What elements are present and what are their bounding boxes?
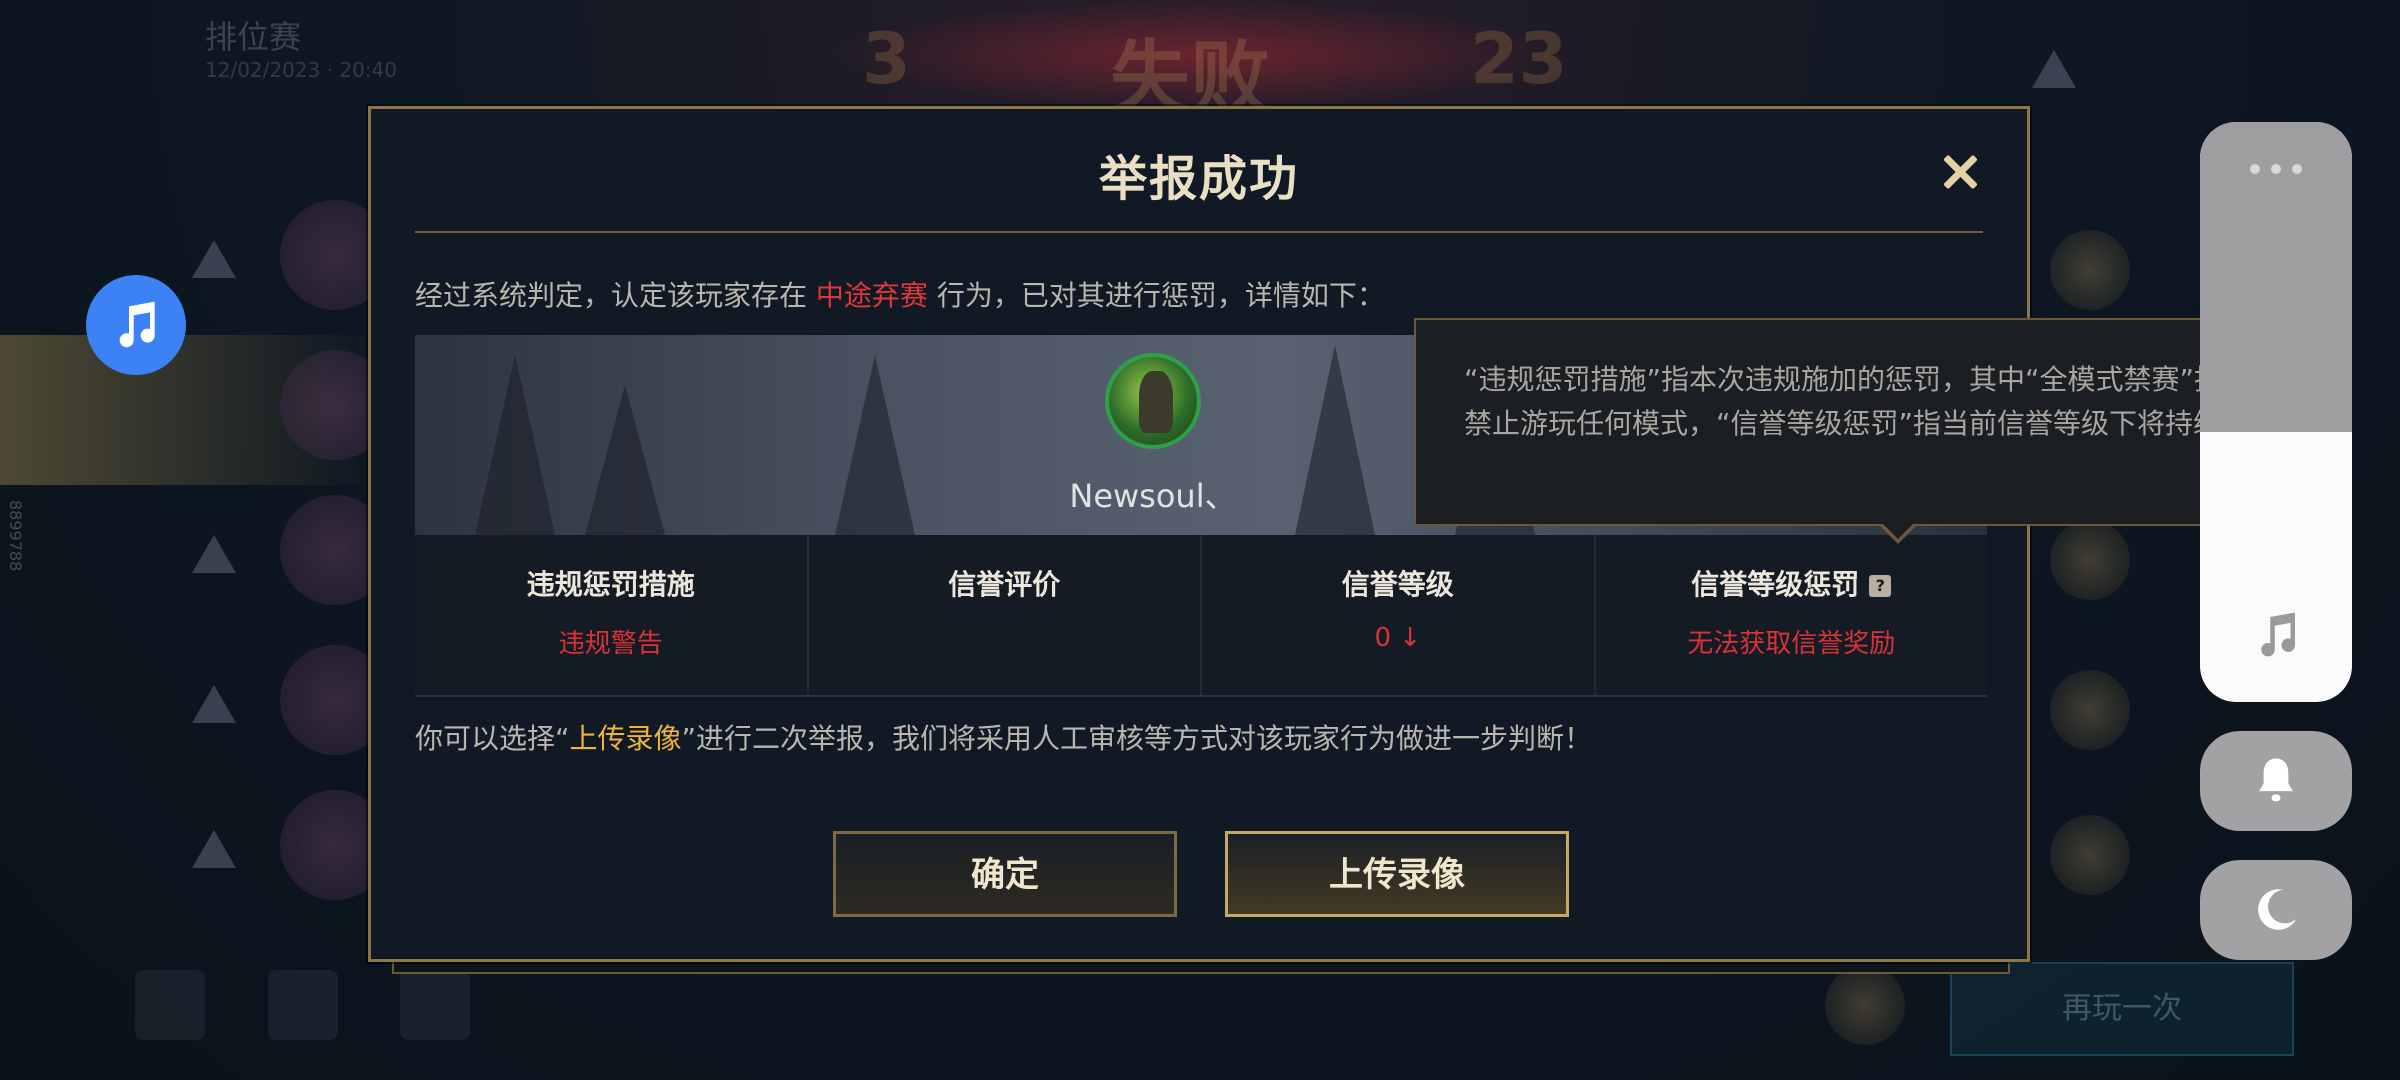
bg-home-icon xyxy=(1825,965,1905,1045)
bg-chart-icon xyxy=(268,970,338,1040)
stat-header: 信誉等级惩罚 xyxy=(1691,568,1860,601)
description-suffix: 行为，已对其进行惩罚，详情如下： xyxy=(927,279,1385,312)
night-mode-button[interactable] xyxy=(2200,860,2352,960)
tooltip-arrow xyxy=(1878,522,1918,544)
help-icon[interactable]: ? xyxy=(1869,575,1892,597)
bg-mode-title: 排位赛 xyxy=(205,18,302,56)
bg-rank-icon xyxy=(192,535,236,573)
upload-replay-button[interactable]: 上传录像 xyxy=(1225,831,1569,917)
bg-share-icon xyxy=(400,970,470,1040)
note-prefix: 你可以选择“ xyxy=(415,722,570,755)
close-icon[interactable] xyxy=(1937,149,1983,195)
bell-toggle-button[interactable] xyxy=(2200,731,2352,831)
bg-stats-icon xyxy=(135,970,205,1040)
bg-alert-icon xyxy=(2032,50,2076,88)
note-upload-highlight: 上传录像 xyxy=(569,722,682,755)
bg-rank-icon xyxy=(192,830,236,868)
judgement-description: 经过系统判定，认定该玩家存在 中途弃赛 行为，已对其进行惩罚，详情如下： xyxy=(415,274,1385,314)
moon-icon xyxy=(2258,889,2297,930)
bg-medal-icon xyxy=(2050,670,2130,750)
tooltip-text: “违规惩罚措施”指本次违规施加的惩罚，其中“全模式禁赛”指一段时间内禁止游玩任何… xyxy=(1464,363,2214,440)
bg-score-left: 3 xyxy=(862,18,911,100)
banner-tree xyxy=(475,355,555,535)
penalty-tooltip: “违规惩罚措施”指本次违规施加的惩罚，其中“全模式禁赛”指一段时间内禁止游玩任何… xyxy=(1414,318,2214,526)
penalty-table: 违规惩罚措施 违规警告 信誉评价 信誉等级 0 ↓ 信誉等级惩罚? 无法获取信誉… xyxy=(415,535,1987,697)
stat-credit-penalty: 信誉等级惩罚? 无法获取信誉奖励 xyxy=(1596,535,1988,695)
music-note-icon[interactable] xyxy=(2250,608,2304,662)
music-note-icon xyxy=(119,301,155,348)
banner-tree xyxy=(585,385,665,535)
bg-medal-icon xyxy=(2050,520,2130,600)
dialog-title: 举报成功 xyxy=(1098,151,1299,207)
stat-credit-rating: 信誉评价 xyxy=(809,535,1202,695)
bg-side-id: 8899788 xyxy=(6,500,25,572)
stat-value: 无法获取信誉奖励 xyxy=(1687,629,1896,659)
bell-icon xyxy=(2259,758,2293,802)
description-prefix: 经过系统判定，认定该玩家存在 xyxy=(415,279,816,312)
floating-music-button[interactable] xyxy=(86,275,186,375)
stat-credit-level: 信誉等级 0 ↓ xyxy=(1202,535,1596,695)
violation-type: 中途弃赛 xyxy=(815,279,928,312)
bg-rank-icon xyxy=(192,240,236,278)
note-suffix: ”进行二次举报，我们将采用人工审核等方式对该玩家行为做进一步判断！ xyxy=(681,722,1593,755)
stat-header-with-help: 信誉等级惩罚? xyxy=(1596,563,1988,603)
stat-value: 违规警告 xyxy=(558,629,663,659)
system-side-panel xyxy=(2200,122,2352,702)
title-divider xyxy=(415,231,1983,233)
banner-tree xyxy=(1295,345,1375,535)
more-dots-icon[interactable] xyxy=(2250,164,2302,174)
bg-mode-subtitle: 12/02/2023 · 20:40 xyxy=(205,58,397,82)
bg-medal-icon xyxy=(2050,815,2130,895)
banner-tree xyxy=(835,355,915,535)
stat-value: 0 ↓ xyxy=(1374,623,1422,653)
bg-score-right: 23 xyxy=(1470,18,1568,100)
secondary-report-note: 你可以选择“上传录像”进行二次举报，我们将采用人工审核等方式对该玩家行为做进一步… xyxy=(415,717,1592,757)
stat-penalty-measure: 违规惩罚措施 违规警告 xyxy=(415,535,809,695)
player-avatar xyxy=(1105,353,1201,449)
confirm-button[interactable]: 确定 xyxy=(833,831,1177,917)
stat-header: 违规惩罚措施 xyxy=(526,568,695,601)
report-success-dialog: 举报成功 经过系统判定，认定该玩家存在 中途弃赛 行为，已对其进行惩罚，详情如下… xyxy=(368,106,2030,962)
stat-header: 信誉等级 xyxy=(1341,568,1454,601)
bg-medal-icon xyxy=(2050,230,2130,310)
stat-header: 信誉评价 xyxy=(948,568,1061,601)
bg-play-again-button: 再玩一次 xyxy=(1950,962,2294,1056)
bg-rank-icon xyxy=(192,685,236,723)
player-name: Newsoul、 xyxy=(1069,477,1237,515)
